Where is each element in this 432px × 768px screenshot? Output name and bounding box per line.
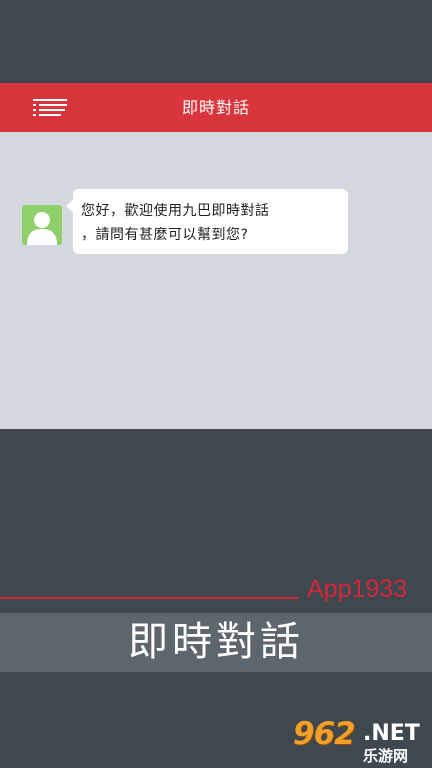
message-line-2: ，請問有甚麼可以幫到您? bbox=[81, 227, 249, 243]
watermark-site-name: 乐游网 bbox=[363, 747, 409, 765]
page-title: 即時對話 bbox=[181, 98, 250, 117]
message-line-1: 您好，歡迎使用九巴即時對話 bbox=[81, 203, 270, 219]
watermark-number: 962 bbox=[293, 716, 356, 752]
chat-area[interactable]: 您好，歡迎使用九巴即時對話 ，請問有甚麼可以幫到您? bbox=[0, 132, 432, 429]
brand-label: App1933 bbox=[307, 575, 408, 603]
app-header: 即時對話 bbox=[0, 83, 432, 132]
feature-banner: 即時對話 bbox=[0, 613, 432, 672]
site-watermark: 962 .NET 乐游网 bbox=[291, 716, 429, 766]
banner-title: 即時對話 bbox=[128, 619, 304, 665]
watermark-suffix: .NET bbox=[363, 721, 420, 746]
user-avatar-icon bbox=[22, 205, 62, 245]
watermark-logo: 962 .NET 乐游网 bbox=[291, 716, 429, 766]
brand-divider bbox=[0, 597, 298, 599]
message-bubble: 您好，歡迎使用九巴即時對話 ，請問有甚麼可以幫到您? bbox=[66, 189, 348, 254]
bubble-tail bbox=[66, 199, 74, 213]
